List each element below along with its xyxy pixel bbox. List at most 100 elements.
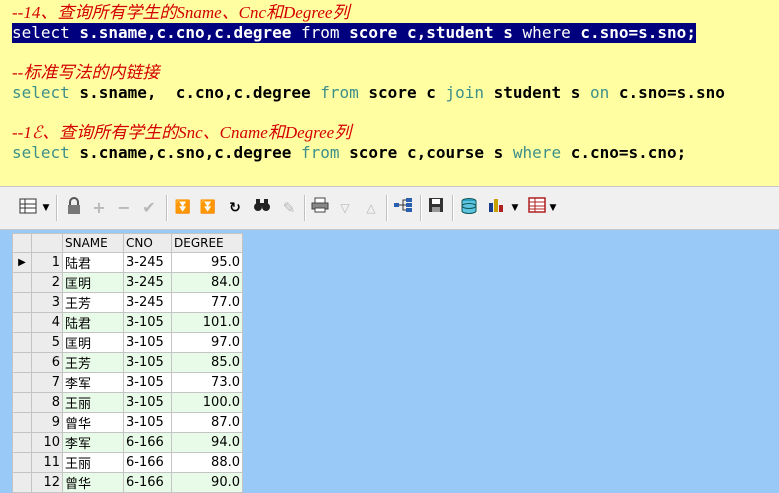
cell-cno[interactable]: 3-105 <box>123 412 172 433</box>
cell-sname[interactable]: 王芳 <box>62 352 124 373</box>
column-header-degree[interactable]: DEGREE <box>171 233 243 253</box>
filter-down-icon[interactable]: ⏬ <box>174 197 192 219</box>
eraser-icon[interactable]: ✎ <box>280 197 298 219</box>
table-row[interactable]: ▶ 1 陆君 3-245 95.0 <box>12 252 243 273</box>
row-indicator <box>12 432 32 453</box>
sql-text: score c,student s <box>339 23 523 42</box>
table-row[interactable]: 4 陆君 3-105 101.0 <box>12 312 243 333</box>
cell-cno[interactable]: 3-105 <box>123 392 172 413</box>
cell-degree[interactable]: 101.0 <box>171 312 243 333</box>
column-header-cno[interactable]: CNO <box>123 233 172 253</box>
cell-sname[interactable]: 王芳 <box>62 292 124 313</box>
cell-cno[interactable]: 3-245 <box>123 272 172 293</box>
cell-degree[interactable]: 90.0 <box>171 472 243 493</box>
cell-cno[interactable]: 3-105 <box>123 372 172 393</box>
row-number: 4 <box>31 312 63 333</box>
cell-cno[interactable]: 6-166 <box>123 472 172 493</box>
chart-icon[interactable] <box>486 197 508 219</box>
tree-icon[interactable] <box>392 197 414 219</box>
sql-selected-line[interactable]: select s.sname,c.cno,c.degree from score… <box>12 23 696 43</box>
check-icon[interactable]: ✔ <box>140 197 158 219</box>
row-indicator: ▶ <box>12 252 32 273</box>
cell-degree[interactable]: 100.0 <box>171 392 243 413</box>
cell-sname[interactable]: 曾华 <box>62 472 124 493</box>
row-number: 10 <box>31 432 63 453</box>
grid-header-row: SNAME CNO DEGREE <box>12 233 243 253</box>
cell-sname[interactable]: 陆君 <box>62 312 124 333</box>
row-number: 1 <box>31 252 63 273</box>
row-number: 12 <box>31 472 63 493</box>
table-row[interactable]: 8 王丽 3-105 100.0 <box>12 392 243 413</box>
table-export-icon[interactable] <box>526 197 548 219</box>
plus-icon[interactable]: + <box>90 197 108 219</box>
sql-text: s.sname, c.cno,c.degree <box>69 83 321 102</box>
table-row[interactable]: 3 王芳 3-245 77.0 <box>12 292 243 313</box>
cell-degree[interactable]: 87.0 <box>171 412 243 433</box>
sql-text: c.sno=s.sno; <box>570 23 696 42</box>
row-number-header <box>31 233 63 253</box>
table-row[interactable]: 10 李军 6-166 94.0 <box>12 432 243 453</box>
dropdown-arrow-icon[interactable]: ▼ <box>548 197 558 219</box>
cell-degree[interactable]: 73.0 <box>171 372 243 393</box>
cell-sname[interactable]: 王丽 <box>62 452 124 473</box>
cell-degree[interactable]: 84.0 <box>171 272 243 293</box>
cell-sname[interactable]: 匡明 <box>62 332 124 353</box>
cell-degree[interactable]: 85.0 <box>171 352 243 373</box>
print-icon[interactable] <box>310 197 330 219</box>
row-indicator <box>12 392 32 413</box>
save-icon[interactable] <box>426 197 446 219</box>
refresh-icon[interactable]: ↻ <box>228 197 242 219</box>
cell-cno[interactable]: 6-166 <box>123 452 172 473</box>
sql-code-line[interactable]: select s.sname, c.cno,c.degree from scor… <box>12 83 725 103</box>
cell-cno[interactable]: 3-105 <box>123 332 172 353</box>
dropdown-arrow-icon[interactable]: ▼ <box>40 197 52 219</box>
table-row[interactable]: 9 曾华 3-105 87.0 <box>12 412 243 433</box>
arrow-down-icon[interactable]: ▽ <box>336 197 354 219</box>
cell-degree[interactable]: 77.0 <box>171 292 243 313</box>
binoculars-icon[interactable] <box>252 197 272 219</box>
table-row[interactable]: 11 王丽 6-166 88.0 <box>12 452 243 473</box>
table-row[interactable]: 12 曾华 6-166 90.0 <box>12 472 243 493</box>
cell-cno[interactable]: 3-105 <box>123 352 172 373</box>
table-row[interactable]: 2 匡明 3-245 84.0 <box>12 272 243 293</box>
table-row[interactable]: 6 王芳 3-105 85.0 <box>12 352 243 373</box>
row-indicator <box>12 352 32 373</box>
cell-sname[interactable]: 曾华 <box>62 412 124 433</box>
filter-clear-icon[interactable]: ⏬ <box>199 197 217 219</box>
row-indicator <box>12 452 32 473</box>
sql-keyword: select <box>12 83 70 102</box>
sql-editor[interactable]: --14、查询所有学生的Sname、Cnc和Degree列 select s.s… <box>0 0 779 187</box>
sql-keyword: from <box>300 143 340 162</box>
sql-keyword: from <box>300 23 340 42</box>
cell-cno[interactable]: 3-105 <box>123 312 172 333</box>
cell-sname[interactable]: 匡明 <box>62 272 124 293</box>
cell-sname[interactable]: 李军 <box>62 372 124 393</box>
sql-code-line[interactable]: select s.cname,c.sno,c.degree from score… <box>12 143 686 163</box>
arrow-up-icon[interactable]: △ <box>362 197 380 219</box>
cell-cno[interactable]: 3-245 <box>123 252 172 273</box>
sql-comment-line: --1ℰ、查询所有学生的Snc、Cname和Degree列 <box>12 123 352 142</box>
lock-icon[interactable] <box>64 197 84 219</box>
row-number: 7 <box>31 372 63 393</box>
database-icon[interactable] <box>458 197 480 219</box>
row-number: 3 <box>31 292 63 313</box>
column-header-sname[interactable]: SNAME <box>62 233 124 253</box>
sql-comment-line: --标准写法的内链接 <box>12 63 160 82</box>
cell-sname[interactable]: 王丽 <box>62 392 124 413</box>
cell-sname[interactable]: 陆君 <box>62 252 124 273</box>
cell-cno[interactable]: 6-166 <box>123 432 172 453</box>
grid-layout-icon[interactable] <box>17 197 39 219</box>
table-row[interactable]: 7 李军 3-105 73.0 <box>12 372 243 393</box>
cell-degree[interactable]: 95.0 <box>171 252 243 273</box>
table-row[interactable]: 5 匡明 3-105 97.0 <box>12 332 243 353</box>
dropdown-arrow-icon[interactable]: ▼ <box>510 197 520 219</box>
results-grid[interactable]: SNAME CNO DEGREE ▶ 1 陆君 3-245 95.0 2 匡明 3-245 84… <box>12 233 243 493</box>
cell-sname[interactable]: 李军 <box>62 432 124 453</box>
row-indicator <box>12 472 32 493</box>
cell-cno[interactable]: 3-245 <box>123 292 172 313</box>
cell-degree[interactable]: 94.0 <box>171 432 243 453</box>
cell-degree[interactable]: 97.0 <box>171 332 243 353</box>
cell-degree[interactable]: 88.0 <box>171 452 243 473</box>
minus-icon[interactable]: − <box>115 197 133 219</box>
row-indicator <box>12 312 32 333</box>
